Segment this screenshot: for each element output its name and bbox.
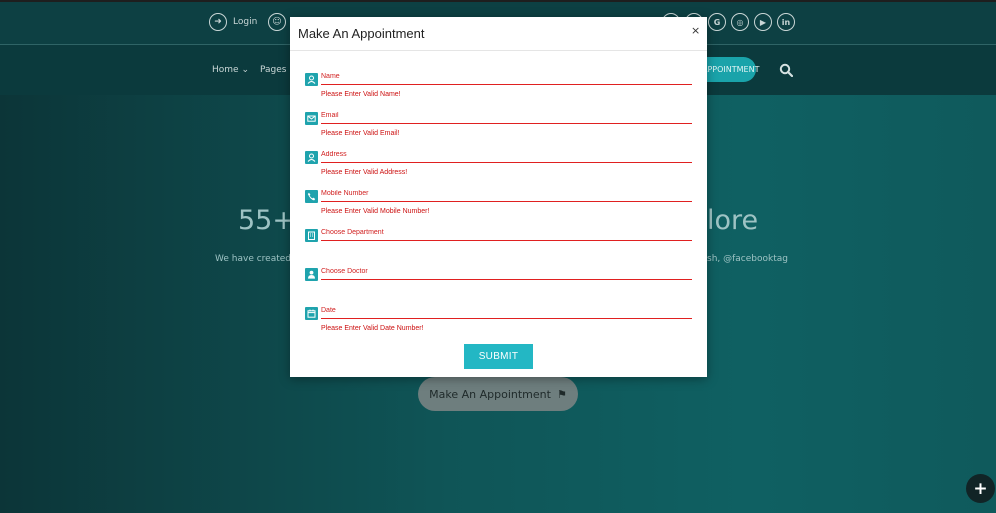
make-appointment-label: Make An Appointment [429,387,551,401]
top-strip [0,0,996,2]
modal-header: Make An Appointment × [290,17,707,51]
mobile-number-error: Please Enter Valid Mobile Number! [321,208,430,215]
user-icon[interactable]: ☺ [268,13,286,31]
youtube-icon[interactable]: ▶ [754,13,772,31]
flag-icon: ⚑ [556,387,567,401]
address-error: Please Enter Valid Address! [321,169,408,176]
department-select[interactable] [321,225,692,241]
user-icon [305,73,318,86]
nav-pages-label: Pages [260,65,287,75]
doctor-icon [305,268,318,281]
login-label: Login [233,17,258,27]
email-input[interactable] [321,108,692,124]
close-button[interactable]: × [691,24,700,37]
hero-heading-left: 55+ [238,205,295,236]
email-error: Please Enter Valid Email! [321,130,400,137]
appointment-nav-label: APPOINTMENT [702,65,760,74]
make-appointment-button[interactable]: Make An Appointment ⚑ [418,377,578,411]
mobile-number-input[interactable] [321,186,692,202]
name-input[interactable] [321,69,692,85]
date-input[interactable] [321,303,692,319]
submit-button[interactable]: SUBMIT [464,344,533,369]
hero-subtitle-left: We have created [215,254,291,264]
address-input[interactable] [321,147,692,163]
phone-icon [305,190,318,203]
instagram-icon[interactable]: ◎ [731,13,749,31]
nav-home[interactable]: Home ⌄ [212,65,249,75]
chevron-down-icon: ⌄ [241,65,249,75]
name-error: Please Enter Valid Name! [321,91,401,98]
login-icon: ➜ [209,13,227,31]
hero-subtitle-right: sh, @facebooktag [707,254,788,264]
linkedin-icon[interactable]: in [777,13,795,31]
calendar-icon [305,307,318,320]
search-icon[interactable] [779,63,793,77]
hero-heading-right: lore [707,205,759,236]
nav-home-label: Home [212,65,239,75]
date-error: Please Enter Valid Date Number! [321,325,424,332]
building-icon [305,229,318,242]
user-icon [305,151,318,164]
appointment-modal: Make An Appointment × Please Enter Valid… [290,17,707,377]
doctor-select[interactable] [321,264,692,280]
login-link[interactable]: ➜ Login [209,13,257,31]
google-icon[interactable]: G [708,13,726,31]
floating-add-button[interactable]: + [966,474,995,503]
envelope-icon [305,112,318,125]
modal-title: Make An Appointment [298,26,425,41]
